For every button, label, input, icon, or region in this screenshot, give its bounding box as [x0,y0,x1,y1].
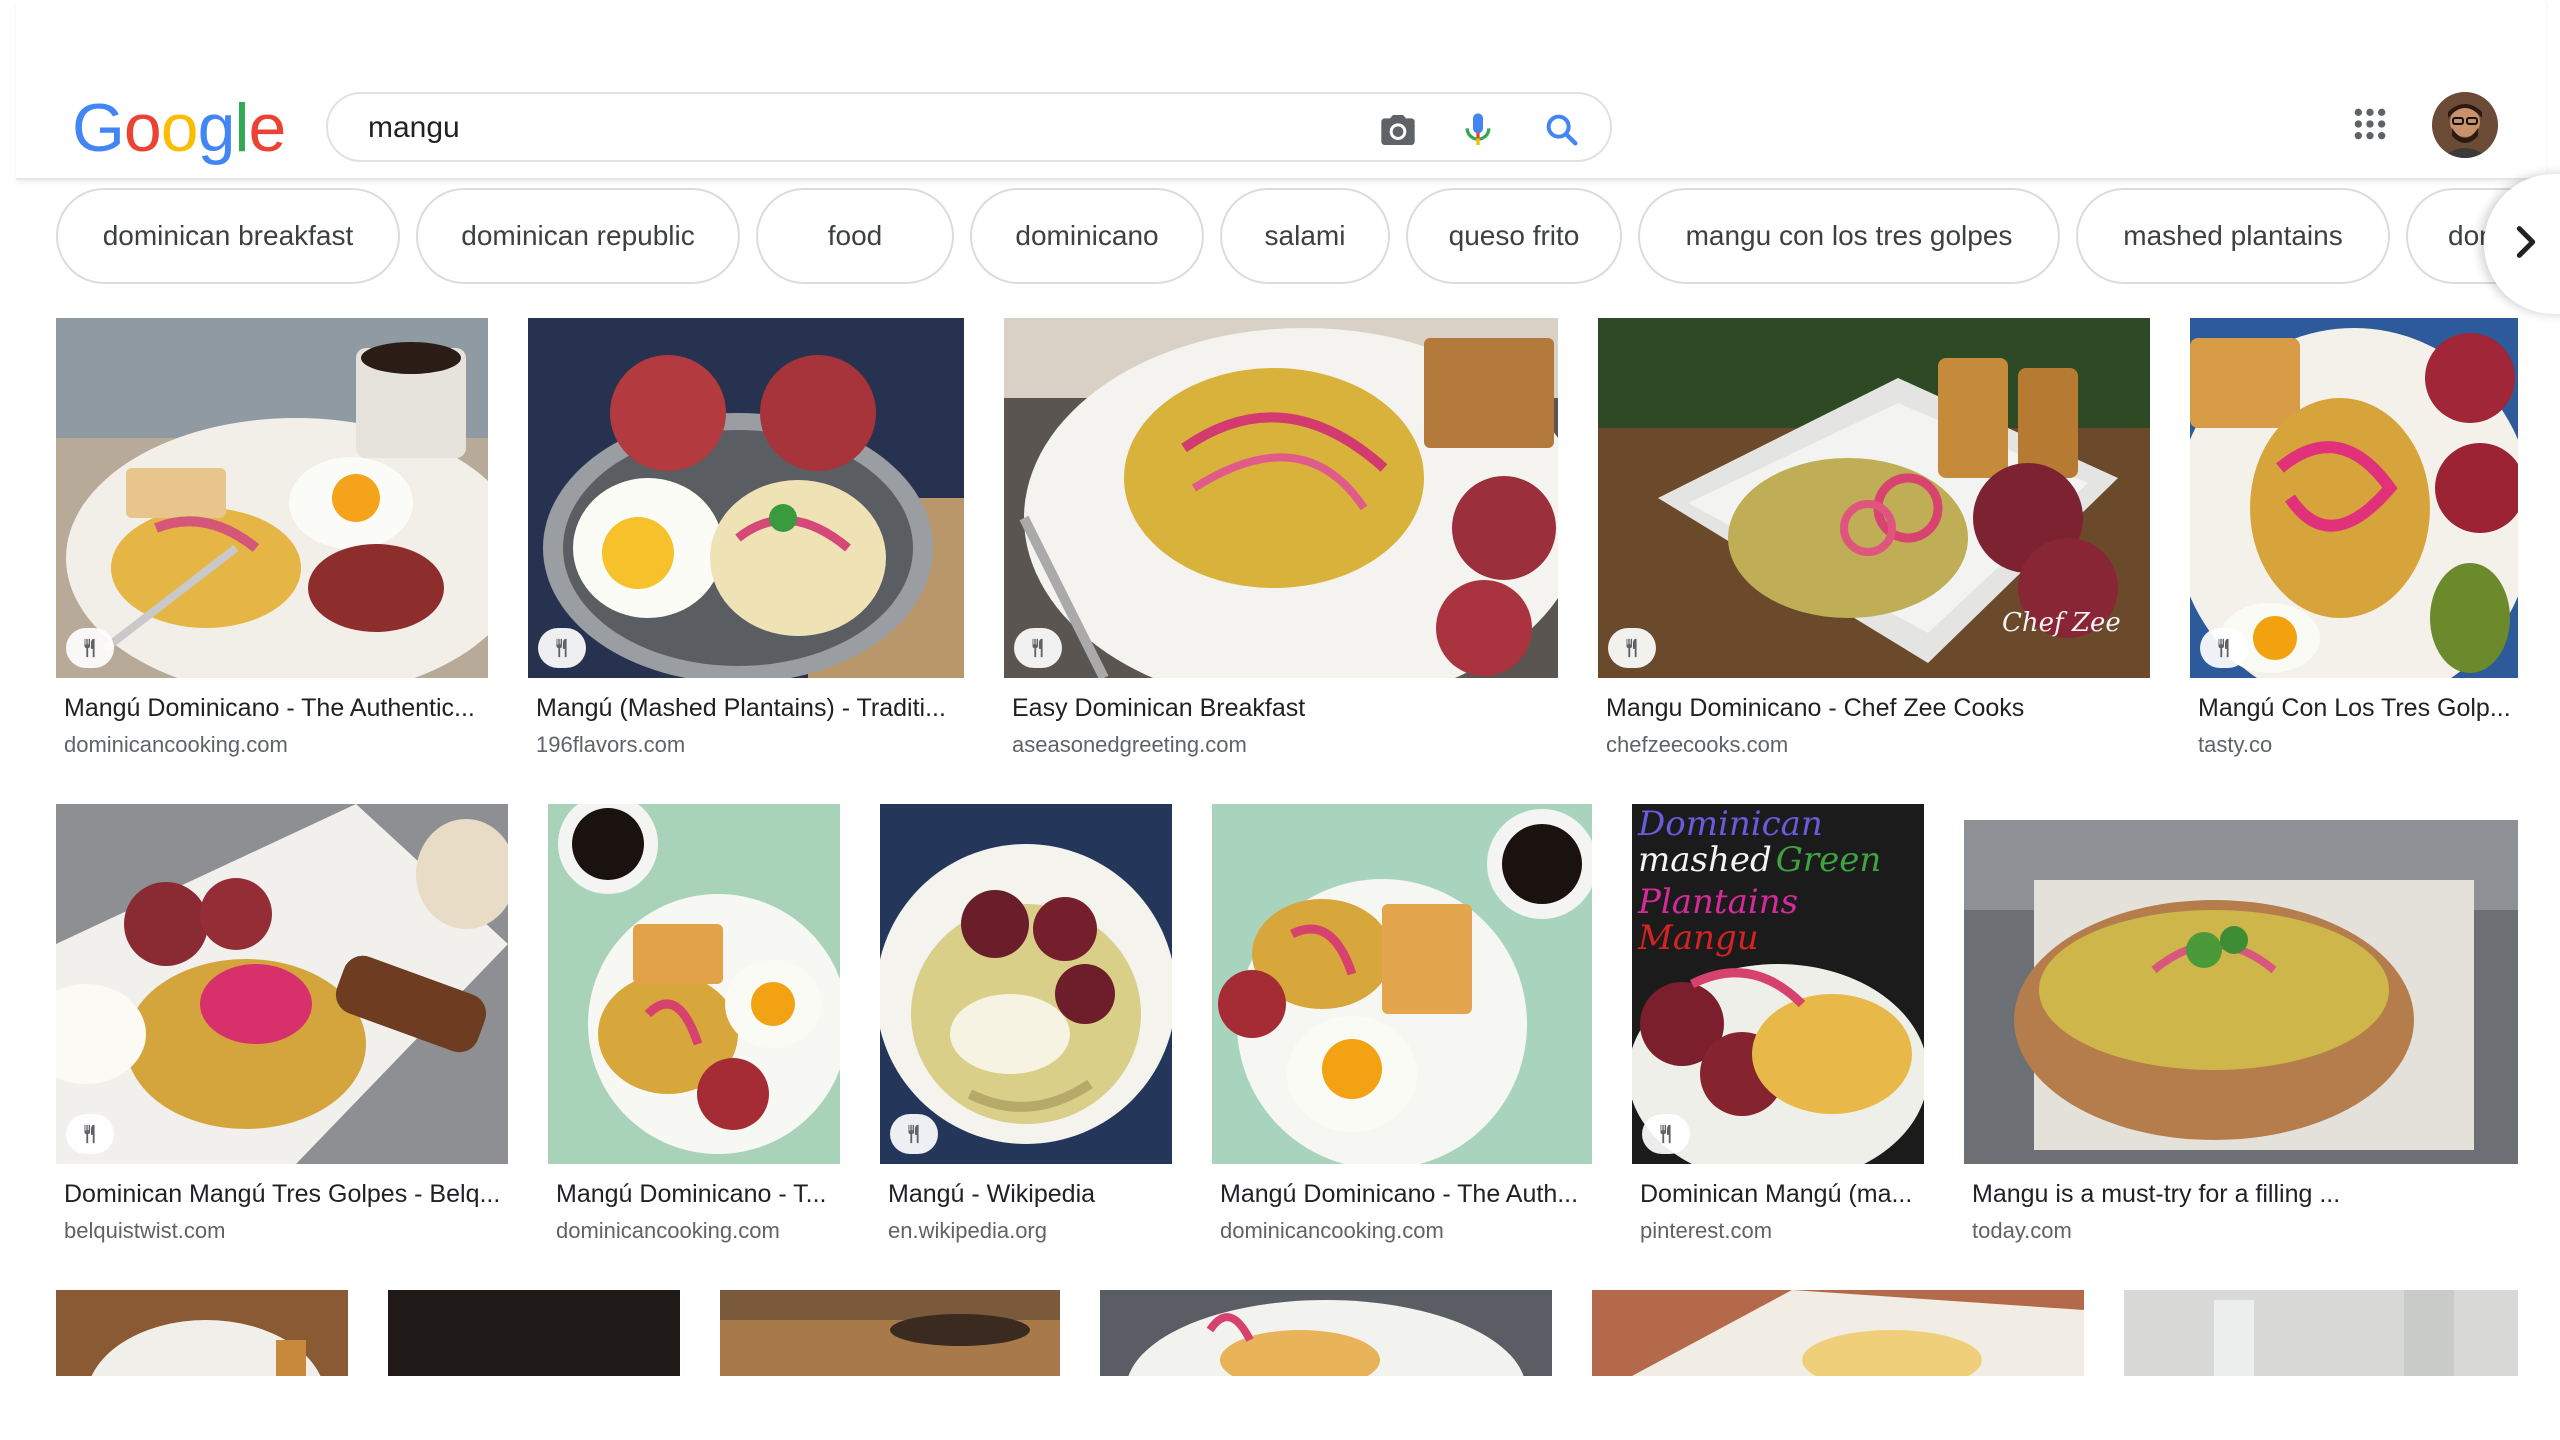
chevron-right-icon [2506,222,2546,267]
recipe-badge-icon [66,1114,114,1154]
result-site: aseasonedgreeting.com [1012,732,1247,757]
result-site: pinterest.com [1640,1218,1773,1243]
logo-letter: l [234,90,249,166]
result-thumbnail[interactable] [548,804,840,1164]
result-title[interactable]: Mangu is a must-try for a filling ... [1972,1180,2518,1209]
result-thumbnail[interactable] [1100,1290,1552,1376]
image-result[interactable]: Mangu is a must-try for a filling ... to… [1964,804,2518,1254]
recipe-badge-icon [890,1114,938,1154]
result-site: chefzeecooks.com [1606,732,1789,757]
result-site: dominicancooking.com [1220,1218,1444,1243]
result-title[interactable]: Mangu Dominicano - Chef Zee Cooks [1606,694,2150,723]
recipe-badge-icon [1642,1114,1690,1154]
recipe-badge-icon [1014,628,1062,668]
logo-letter: o [123,90,162,166]
result-site: 196flavors.com [536,732,686,757]
image-result[interactable]: Dominican Mangú Tres Golpes - Belq... be… [56,804,508,1254]
image-result-partial[interactable] [720,1290,1060,1376]
logo-letter: g [197,90,236,166]
result-title[interactable]: Mangú Dominicano - The Authentic... [64,694,488,723]
google-logo[interactable]: Google [72,88,287,168]
result-thumbnail[interactable] [388,1290,680,1376]
chip-dominicano[interactable]: dominicano [970,188,1204,284]
result-title[interactable]: Mangú - Wikipedia [888,1180,1172,1209]
result-site: en.wikipedia.org [888,1218,1047,1243]
search-input[interactable] [366,104,1366,152]
recipe-badge-icon [538,628,586,668]
image-result[interactable]: Mangú - Wikipedia en.wikipedia.org [880,804,1172,1254]
recipe-badge-icon [2200,628,2248,668]
result-title[interactable]: Mangú Dominicano - The Auth... [1220,1180,1592,1209]
result-thumbnail[interactable] [1212,804,1592,1164]
result-title[interactable]: Mangú (Mashed Plantains) - Traditi... [536,694,964,723]
result-thumbnail[interactable] [880,804,1172,1164]
overlay-word: Mangu [1638,918,1759,958]
image-result[interactable]: Easy Dominican Breakfast aseasonedgreeti… [1004,318,1558,768]
image-result[interactable]: Mangú Dominicano - T... dominicancooking… [548,804,840,1254]
overlay-word: Green [1775,840,1882,880]
logo-letter: o [160,90,199,166]
watermark-text: Chef Zee [2002,608,2121,638]
chip-mashed-plantains[interactable]: mashed plantains [2076,188,2390,284]
chip-mangu-con-los-tres-golpes[interactable]: mangu con los tres golpes [1638,188,2060,284]
result-thumbnail[interactable]: Chef Zee [1598,318,2150,678]
result-thumbnail[interactable] [56,1290,348,1376]
image-result[interactable]: Mangú Con Los Tres Golp... tasty.co [2190,318,2518,768]
result-title[interactable]: Dominican Mangú Tres Golpes - Belq... [64,1180,508,1209]
overlay-word: Dominican [1638,804,1823,844]
result-thumbnail[interactable] [2124,1290,2518,1376]
chip-queso-frito[interactable]: queso frito [1406,188,1622,284]
result-site: belquistwist.com [64,1218,226,1243]
overlay-word: mashed [1638,840,1772,880]
image-result[interactable]: Mangú Dominicano - The Auth... dominican… [1212,804,1592,1254]
image-result[interactable]: Chef Zee Mangu Dominicano - Chef Zee Coo… [1598,318,2150,768]
result-site: tasty.co [2198,732,2273,757]
chip-salami[interactable]: salami [1220,188,1390,284]
recipe-badge-icon [66,628,114,668]
result-thumbnail[interactable] [2190,318,2518,678]
result-thumbnail[interactable] [1592,1290,2084,1376]
apps-grid-icon[interactable] [2350,104,2390,144]
image-result-partial[interactable] [2124,1290,2518,1376]
image-result[interactable]: Mangú Dominicano - The Authentic... domi… [56,318,488,768]
result-title[interactable]: Mangú Con Los Tres Golp... [2198,694,2518,723]
image-result-partial[interactable] [1592,1290,2084,1376]
result-title[interactable]: Easy Dominican Breakfast [1012,694,1558,723]
pin-title-overlay: Dominican mashed Green Plantains Mangu [1638,806,1922,956]
chip-food[interactable]: food [756,188,954,284]
top-header: Google [16,0,2546,180]
related-search-chips: dominican breakfast dominican republic f… [56,188,2560,288]
result-title[interactable]: Dominican Mangú (ma... [1640,1180,1924,1209]
result-thumbnail[interactable] [1004,318,1558,678]
result-thumbnail[interactable] [528,318,964,678]
google-images-results-page: Google mangu dominican breakfast dominic… [0,0,2560,1440]
result-thumbnail[interactable] [1964,820,2518,1164]
result-site: today.com [1972,1218,2072,1243]
result-title[interactable]: Mangú Dominicano - T... [556,1180,840,1209]
search-icon[interactable] [1542,110,1582,150]
logo-letter: e [248,90,287,166]
avatar[interactable] [2432,92,2498,158]
chip-dominican-breakfast[interactable]: dominican breakfast [56,188,400,284]
result-site: dominicancooking.com [556,1218,780,1243]
camera-icon[interactable] [1378,110,1418,150]
image-result-partial[interactable] [388,1290,680,1376]
result-site: dominicancooking.com [64,732,288,757]
image-result-partial[interactable] [1100,1290,1552,1376]
search-box [326,92,1612,162]
logo-letter: G [72,90,125,166]
result-thumbnail[interactable] [56,804,508,1164]
recipe-badge-icon [1608,628,1656,668]
result-thumbnail[interactable] [56,318,488,678]
image-result[interactable]: Dominican mashed Green Plantains Mangu Do… [1632,804,1924,1254]
image-result-partial[interactable] [56,1290,348,1376]
result-thumbnail[interactable]: Dominican mashed Green Plantains Mangu [1632,804,1924,1164]
microphone-icon[interactable] [1458,110,1498,150]
image-result[interactable]: Mangú (Mashed Plantains) - Traditi... 19… [528,318,964,768]
chip-dominican-republic[interactable]: dominican republic [416,188,740,284]
result-thumbnail[interactable] [720,1290,1060,1376]
overlay-word: Plantains [1638,882,1799,922]
